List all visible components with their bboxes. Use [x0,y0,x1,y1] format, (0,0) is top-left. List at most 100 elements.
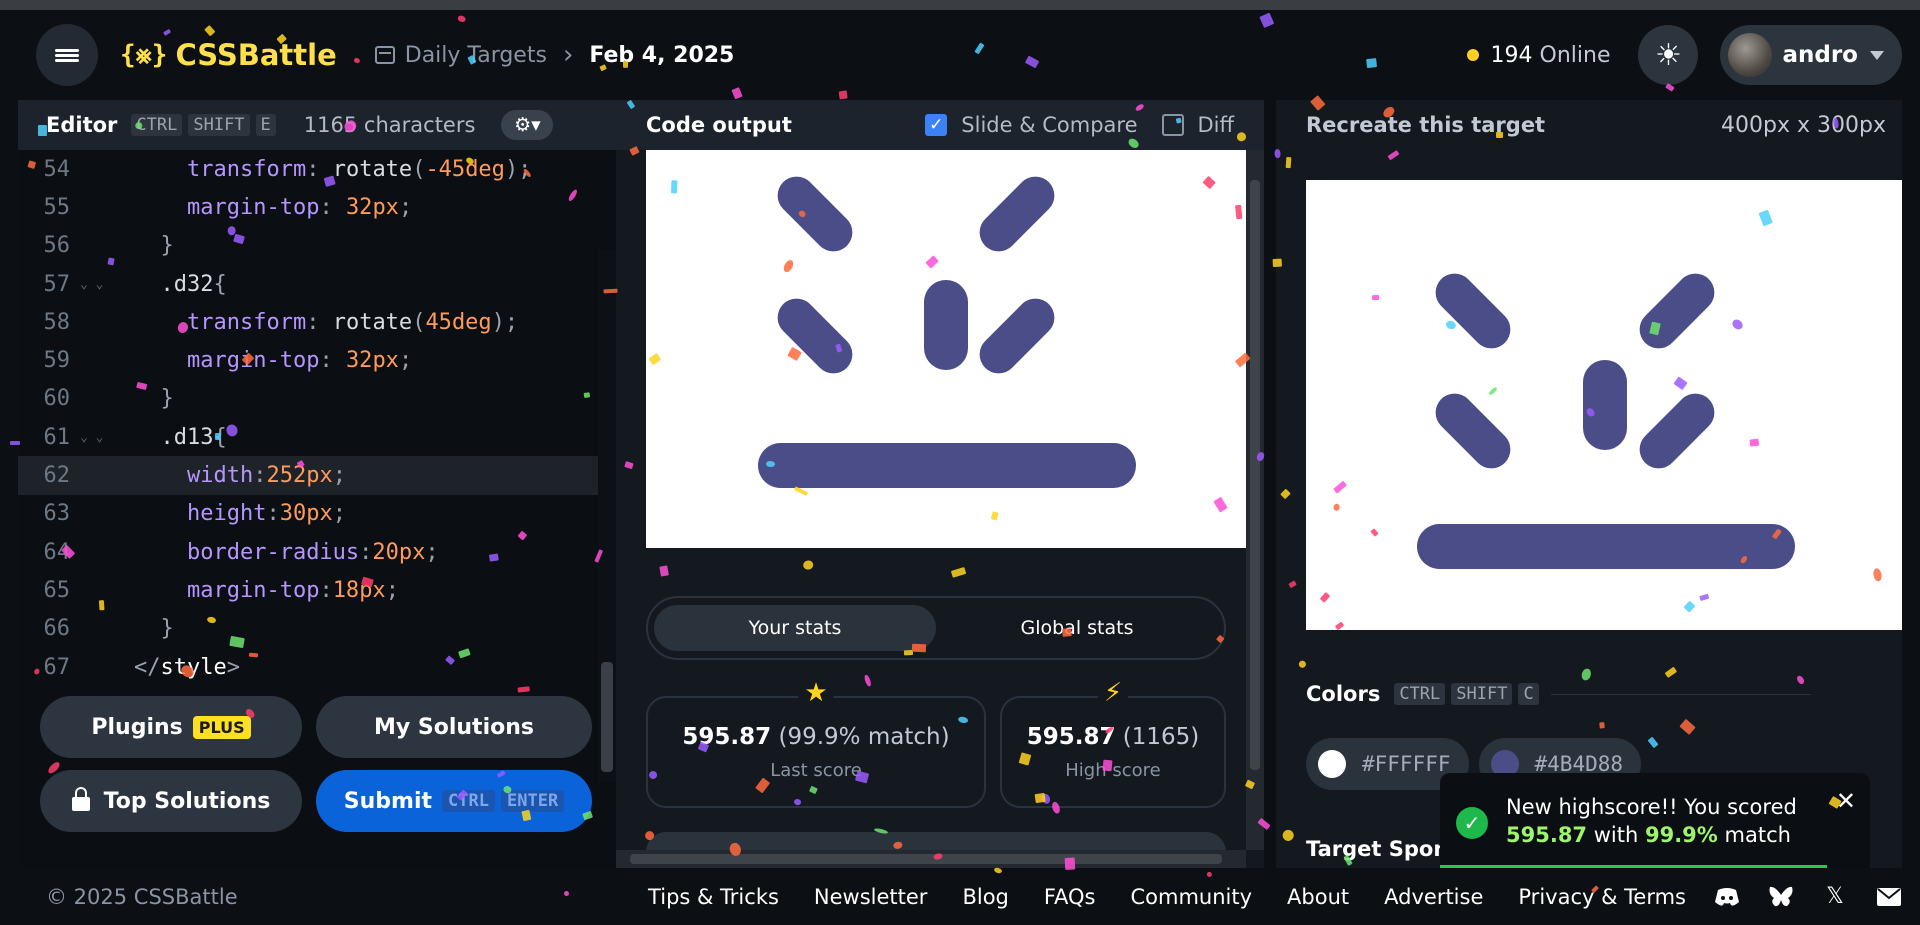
x-icon[interactable]: 𝕏 [1822,884,1848,909]
fold-icon[interactable]: ⌄ ⌄ [80,277,134,292]
code-token: rotate [332,156,413,182]
code-line[interactable]: 56 } [18,227,598,265]
code-token: : [319,194,346,220]
online-count: 194 [1490,42,1533,68]
target-shape [1427,265,1519,357]
target-shape [1631,385,1723,477]
code-token: style [160,654,227,680]
code-line[interactable]: 61 ⌄ ⌄ .d13{ [18,418,598,456]
discord-icon[interactable] [1714,886,1740,908]
fold-icon[interactable]: ⌄ ⌄ [80,430,134,445]
code-token: ); [504,156,532,182]
code-token: } [160,616,174,642]
code-line[interactable]: 59 margin-top: 32 px; [18,341,598,379]
code-line[interactable]: 63 height:30 px; [18,495,598,533]
output-title: Code output [646,113,792,137]
avatar [1728,33,1773,77]
code-token: : [253,463,267,489]
lock-icon [71,787,90,811]
menu-button[interactable] [36,24,98,86]
code-line[interactable]: 66 } [18,610,598,648]
code-token: 45 [425,309,452,335]
code-token: ; [398,348,413,374]
code-token: .d32 [160,271,214,297]
slide-compare-toggle[interactable]: ✓ Slide & Compare [925,113,1138,137]
code-line[interactable]: 60 } [18,380,598,418]
footer-link-about[interactable]: About [1287,885,1349,909]
output-shape [769,290,861,382]
code-line[interactable]: 67 </style > [18,648,598,682]
code-token: { [213,424,227,450]
footer-link-privacy[interactable]: Privacy & Terms [1518,885,1686,909]
code-line[interactable]: 65 margin-top:18 px; [18,571,598,609]
toast-score: 595.87 [1506,823,1588,847]
line-number: 61 [43,424,71,450]
scrollbar-thumb[interactable] [1250,180,1260,770]
mail-icon[interactable] [1876,886,1902,908]
code-editor[interactable]: 54 transform: rotate(-45 deg); 55 margin-t… [18,150,598,682]
code-line[interactable]: 54 transform: rotate(-45 deg); [18,150,598,188]
online-indicator: 194 Online [1466,42,1610,68]
logo[interactable]: {⨳} CSSBattle [120,38,337,72]
submit-button[interactable]: Submit CTRL ENTER [316,770,592,832]
top-solutions-button[interactable]: Top Solutions [40,770,302,832]
output-vertical-scrollbar[interactable] [1246,150,1264,850]
calendar-icon [374,46,395,64]
last-score-value: 595.87 [682,723,772,750]
output-horizontal-scrollbar[interactable] [616,850,1246,868]
tab-your-stats[interactable]: Your stats [654,605,936,651]
code-line[interactable]: 64 border-radius:20 px; [18,533,598,571]
code-token: } [160,233,174,259]
user-menu[interactable]: andro [1720,25,1902,85]
shortcut-key: CTRL [131,114,183,136]
diff-checkbox[interactable] [1161,114,1184,136]
footer-link-faqs[interactable]: FAQs [1044,885,1096,909]
toast-message: New highscore!! You scored [1506,795,1797,819]
scrollbar-thumb[interactable] [630,854,1222,864]
footer-link-community[interactable]: Community [1131,885,1253,909]
diff-toggle[interactable]: Diff [1161,113,1234,137]
breadcrumb-date: Feb 4, 2025 [589,42,735,68]
colors-header: Colors CTRL SHIFT C [1306,682,1811,706]
code-token: deg [451,309,492,335]
line-number: 62 [43,463,71,489]
tab-global-stats[interactable]: Global stats [936,605,1218,651]
code-line[interactable]: 55 margin-top: 32 px; [18,188,598,226]
chevron-down-icon [1870,50,1884,60]
bluesky-icon[interactable] [1768,886,1794,908]
footer-link-blog[interactable]: Blog [962,885,1008,909]
theme-toggle-button[interactable]: ☀ [1638,25,1699,85]
footer-link-advertise[interactable]: Advertise [1384,885,1483,909]
target-title: Recreate this target [1306,113,1546,137]
line-number: 66 [43,616,71,642]
slide-compare-checkbox[interactable]: ✓ [925,114,948,136]
plugins-button[interactable]: Plugins PLUS [40,696,302,758]
footer-link-newsletter[interactable]: Newsletter [814,885,928,909]
code-line[interactable]: 62 width:252 px; [18,456,598,495]
output-shape [971,290,1063,382]
code-token: transform [186,309,307,335]
editor-settings-button[interactable]: ⚙▾ [501,110,554,140]
footer-link-tips[interactable]: Tips & Tricks [648,885,779,909]
code-token: 20 [372,539,399,565]
code-token: : [306,309,333,335]
code-line[interactable]: 58 transform: rotate(45 deg); [18,303,598,341]
scrollbar-thumb[interactable] [601,662,613,772]
my-solutions-button[interactable]: My Solutions [316,696,592,758]
target-shape [1427,385,1519,477]
code-output-canvas[interactable] [646,150,1246,548]
code-token: : [359,539,373,565]
code-token: transform [186,156,307,182]
editor-scrollbar[interactable] [598,250,616,782]
colors-title: Colors [1306,682,1381,706]
code-token: margin-top [186,194,320,220]
checkmark-icon: ✓ [929,115,944,135]
breadcrumb-daily-targets[interactable]: Daily Targets [405,43,547,68]
code-token: px [372,348,399,374]
editor-title: Editor [46,113,118,137]
code-line[interactable]: 57 ⌄ ⌄ .d32{ [18,265,598,303]
close-icon[interactable]: ✕ [1836,787,1856,815]
code-token: px [306,501,333,527]
